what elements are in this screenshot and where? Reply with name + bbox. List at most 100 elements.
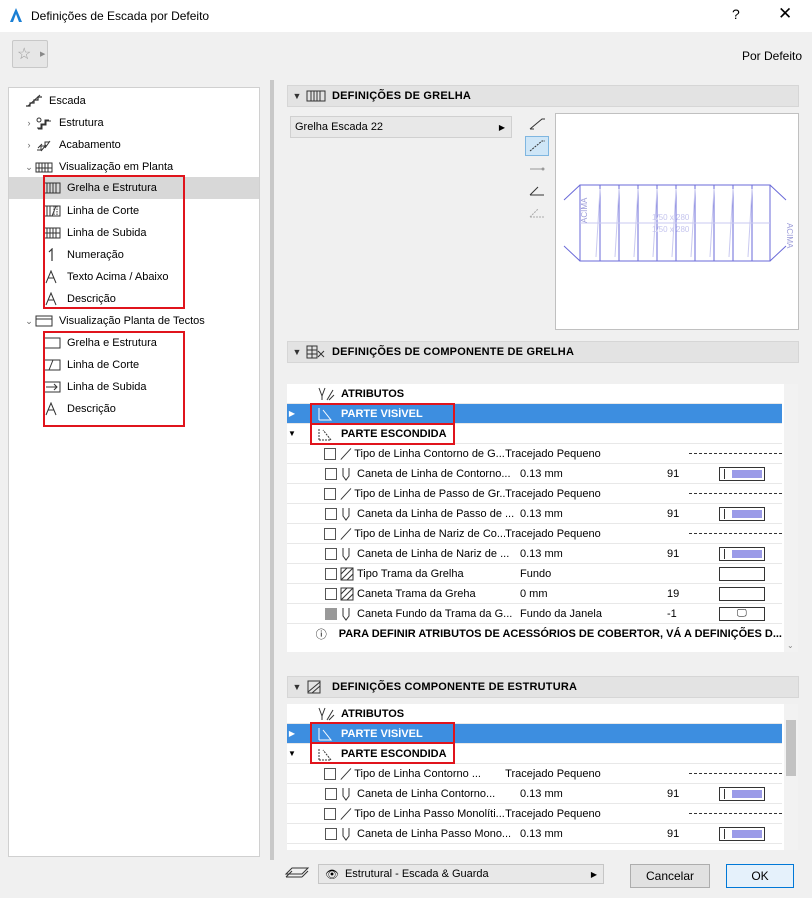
checkbox[interactable] xyxy=(324,447,336,460)
close-button[interactable]: ✕ xyxy=(778,4,792,24)
preview-label-right: ACIMA xyxy=(785,223,794,249)
favorites-button[interactable]: ☆ ▶ xyxy=(12,40,48,68)
attribute-row[interactable]: Caneta da Linha de Passo de ... 0.13 mm 91 xyxy=(287,504,782,524)
collapse-toggle-icon[interactable]: ▼ xyxy=(288,91,306,101)
attribute-row[interactable]: Tipo de Linha de Nariz de Co... Tracejado… xyxy=(287,524,783,544)
attribute-value[interactable]: 0 mm xyxy=(520,588,667,600)
attribute-value[interactable]: Tracejado Pequeno xyxy=(505,808,641,820)
checkbox[interactable] xyxy=(325,507,337,520)
tree-item-stair[interactable]: Escada xyxy=(13,90,259,112)
pen-swatch[interactable] xyxy=(719,546,765,561)
fill-swatch[interactable] xyxy=(719,566,765,581)
tree-item-structure[interactable]: › Estrutura xyxy=(23,112,259,134)
pen-swatch[interactable] xyxy=(719,506,765,521)
stair-view-option-4[interactable] xyxy=(525,180,549,200)
attribute-value[interactable]: 0.13 mm xyxy=(520,508,667,520)
checkbox[interactable] xyxy=(324,487,336,500)
preview-dim-2: 1/50 x 280 xyxy=(652,225,690,234)
attribute-value[interactable]: Tracejado Pequeno xyxy=(505,488,641,500)
collapse-toggle-icon[interactable]: ▼ xyxy=(288,347,306,357)
attribute-number: 91 xyxy=(667,827,680,840)
triangle-down-icon[interactable]: ▼ xyxy=(287,429,297,438)
checkbox[interactable] xyxy=(324,527,336,540)
attribute-value[interactable]: Fundo da Janela xyxy=(520,608,667,620)
tree-item-label: Estrutura xyxy=(59,117,104,129)
pen-icon xyxy=(342,607,350,621)
line-preview xyxy=(689,813,783,814)
stair-view-option-1[interactable] xyxy=(525,114,549,134)
collapse-toggle-icon[interactable]: ▼ xyxy=(288,682,306,692)
help-button[interactable]: ? xyxy=(732,6,740,22)
attributes-icon xyxy=(318,387,335,400)
attribute-value[interactable]: 0.13 mm xyxy=(520,828,667,840)
checkbox[interactable] xyxy=(325,567,337,580)
checkbox[interactable] xyxy=(324,767,336,780)
tree-item-ceiling-plan-view[interactable]: ⌄ Visualização Planta de Tectos xyxy=(23,310,259,332)
table-scrollbar[interactable] xyxy=(784,704,798,850)
grid-settings-header[interactable]: ▼ DEFINIÇÕES DE GRELHA xyxy=(287,85,799,107)
pen-swatch[interactable] xyxy=(719,786,765,801)
attribute-row[interactable]: Caneta de Linha Passo Mono... 0.13 mm 91 xyxy=(287,824,782,844)
cancel-button[interactable]: Cancelar xyxy=(630,864,710,888)
grid-component-header[interactable]: ▼ DEFINIÇÕES DE COMPONENTE DE GRELHA xyxy=(287,341,799,363)
attribute-value[interactable]: Tracejado Pequeno xyxy=(505,768,641,780)
monitor-icon: 🖵 xyxy=(737,607,747,619)
grid-icon xyxy=(306,90,326,102)
tree-item-finish[interactable]: › Acabamento xyxy=(23,134,259,156)
attribute-row[interactable]: Caneta Fundo da Trama da G... Fundo da Ja… xyxy=(287,604,782,624)
attribute-row[interactable]: Caneta Trama da Greha 0 mm 19 xyxy=(287,584,782,604)
attribute-row[interactable]: Tipo de Linha Contorno de G... Tracejado … xyxy=(287,444,783,464)
monitor-swatch[interactable]: 🖵 xyxy=(719,606,765,621)
triangle-right-icon[interactable]: ▶ xyxy=(287,729,297,738)
checkbox[interactable] xyxy=(325,467,337,480)
attribute-row[interactable]: Tipo Trama da Grelha Fundo xyxy=(287,564,782,584)
attribute-value[interactable]: Tracejado Pequeno xyxy=(505,528,641,540)
checkbox[interactable] xyxy=(325,787,337,800)
table-scrollbar[interactable]: ⌄ xyxy=(784,384,798,652)
triangle-down-icon[interactable]: ▼ xyxy=(287,749,297,758)
checkbox[interactable] xyxy=(325,607,337,620)
attribute-row[interactable]: Caneta de Linha de Contorno... 0.13 mm 91 xyxy=(287,464,782,484)
attribute-row[interactable]: Tipo de Linha de Passo de Gr... Tracejado… xyxy=(287,484,783,504)
attribute-row[interactable]: Tipo de Linha Contorno ... Tracejado Pequ… xyxy=(287,764,783,784)
attribute-name: Tipo de Linha de Nariz de Co... xyxy=(354,527,506,540)
scroll-thumb[interactable] xyxy=(786,720,796,776)
pen-swatch[interactable] xyxy=(719,826,765,841)
attribute-row[interactable]: Caneta de Linha de Nariz de ... 0.13 mm 91 xyxy=(287,544,782,564)
preview-dim-1: 1/50 x 280 xyxy=(652,213,690,222)
attribute-name: Caneta de Linha Contorno... xyxy=(357,787,496,800)
attribute-value[interactable]: Tracejado Pequeno xyxy=(505,448,641,460)
stair-view-option-2[interactable] xyxy=(525,136,549,156)
stair-grid-preview-drawing: ACIMA ACIMA 1/50 x 280 1/50 x 280 xyxy=(563,184,794,262)
fill-swatch[interactable] xyxy=(719,586,765,601)
attribute-value[interactable]: 0.13 mm xyxy=(520,788,667,800)
checkbox[interactable] xyxy=(324,807,336,820)
ok-button[interactable]: OK xyxy=(726,864,794,888)
pen-swatch[interactable] xyxy=(719,466,765,481)
attribute-value[interactable]: Fundo xyxy=(520,568,667,580)
stair-view-option-5[interactable] xyxy=(525,202,549,222)
stair-view-option-3[interactable] xyxy=(525,158,549,178)
chevron-right-icon[interactable]: › xyxy=(23,118,35,128)
triangle-right-icon[interactable]: ▶ xyxy=(287,409,297,418)
panel-splitter[interactable] xyxy=(270,80,274,860)
chevron-down-icon[interactable]: ⌄ xyxy=(23,316,35,327)
line-type-icon xyxy=(339,807,351,820)
grid-type-dropdown[interactable]: Grelha Escada 22 ▶ xyxy=(290,116,512,138)
checkbox[interactable] xyxy=(325,587,337,600)
attribute-name: Tipo de Linha Contorno ... xyxy=(354,767,481,780)
info-text: PARA DEFINIR ATRIBUTOS DE ACESSÓRIOS DE … xyxy=(338,628,782,640)
attribute-value[interactable]: 0.13 mm xyxy=(520,468,667,480)
chevron-down-icon[interactable]: ⌄ xyxy=(23,162,35,173)
dialog-footer: 👁 Estrutural - Escada & Guarda ▶ Cancela… xyxy=(280,858,812,898)
attribute-row[interactable]: Caneta de Linha Contorno... 0.13 mm 91 xyxy=(287,784,782,804)
chevron-down-icon[interactable]: ⌄ xyxy=(787,641,794,650)
structure-component-header[interactable]: ▼ DEFINIÇÕES COMPONENTE DE ESTRUTURA xyxy=(287,676,799,698)
checkbox[interactable] xyxy=(325,547,337,560)
attribute-row[interactable]: Tipo de Linha Passo Monolíti... Tracejado… xyxy=(287,804,783,824)
attribute-value[interactable]: 0.13 mm xyxy=(520,548,667,560)
chevron-right-icon[interactable]: › xyxy=(23,140,35,150)
highlight-box xyxy=(310,742,455,764)
layer-dropdown[interactable]: 👁 Estrutural - Escada & Guarda ▶ xyxy=(318,864,604,884)
checkbox[interactable] xyxy=(325,827,337,840)
